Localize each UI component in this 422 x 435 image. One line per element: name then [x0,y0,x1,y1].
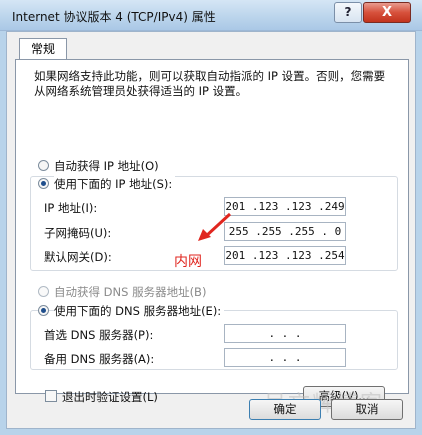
window-title: Internet 协议版本 4 (TCP/IPv4) 属性 [12,10,216,24]
annotation-arrow [198,212,232,241]
annotation-arrow-shaft [203,212,232,239]
subnet-mask-field[interactable]: 255 .255 .255 . 0 [224,222,346,241]
validate-label[interactable]: 退出时验证设置(L) [62,389,158,405]
dns-manual-label[interactable]: 使用下面的 DNS 服务器地址(E): [54,303,225,319]
description-text: 如果网络支持此功能，则可以获取自动指派的 IP 设置。否则，您需要从网络系统管理… [34,69,386,98]
default-gateway-field[interactable]: 201 .123 .123 .254 [224,246,346,265]
default-gateway-label: 默认网关(D): [44,250,112,264]
dialog-body: 常规 如果网络支持此功能，则可以获取自动指派的 IP 设置。否则，您需要从网络系… [6,31,416,429]
dns-auto-label[interactable]: 自动获得 DNS 服务器地址(B) [54,284,206,300]
tab-general[interactable]: 常规 [19,38,67,60]
title-bar[interactable]: Internet 协议版本 4 (TCP/IPv4) 属性 ? X [0,0,422,31]
help-button[interactable]: ? [334,2,362,23]
preferred-dns-field[interactable]: . . . [224,324,346,343]
dns-auto-radio[interactable] [38,286,49,297]
general-tab-panel: 如果网络支持此功能，则可以获取自动指派的 IP 设置。否则，您需要从网络系统管理… [15,59,409,417]
dialog-window: Internet 协议版本 4 (TCP/IPv4) 属性 ? X 常规 如果网… [0,0,422,435]
ip-manual-radio[interactable] [38,178,49,189]
ip-auto-radio[interactable] [38,160,49,171]
alternate-dns-field[interactable]: . . . [224,348,346,367]
ip-auto-label[interactable]: 自动获得 IP 地址(O) [54,158,159,174]
subnet-mask-label: 子网掩码(U): [44,226,112,240]
annotation-text: 内网 [174,254,202,270]
ok-button[interactable]: 确定 [249,399,321,420]
ip-address-label: IP 地址(I): [44,201,98,215]
preferred-dns-label: 首选 DNS 服务器(P): [44,328,154,342]
close-button[interactable]: X [363,2,411,23]
ip-manual-label[interactable]: 使用下面的 IP 地址(S): [54,176,176,192]
ip-address-field[interactable]: 201 .123 .123 .249 [224,197,346,216]
cancel-button[interactable]: 取消 [331,399,403,420]
dns-manual-radio[interactable] [38,305,49,316]
alternate-dns-label: 备用 DNS 服务器(A): [44,352,155,366]
validate-checkbox[interactable] [45,390,57,402]
